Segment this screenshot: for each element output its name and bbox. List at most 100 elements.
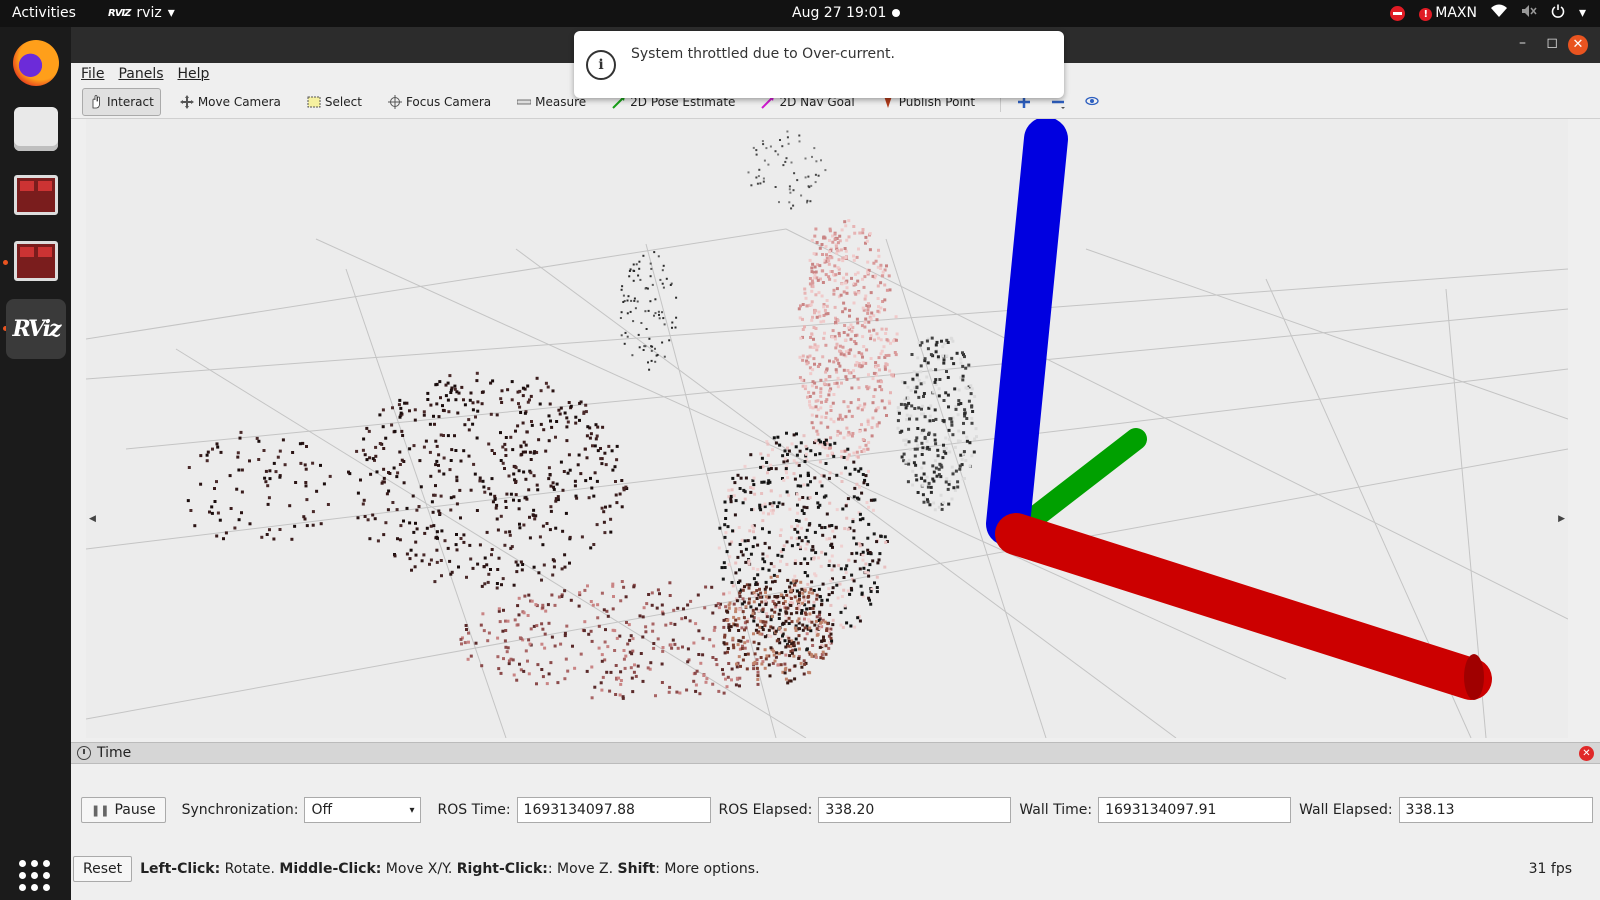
cloud-point xyxy=(375,470,379,474)
move-camera-tool[interactable]: Move Camera xyxy=(173,88,288,116)
cloud-point xyxy=(842,290,846,294)
cloud-point xyxy=(774,629,778,633)
terminal-launcher[interactable] xyxy=(10,169,62,221)
menu-help[interactable]: Help xyxy=(178,66,210,82)
minimize-icon[interactable]: – xyxy=(1519,35,1526,51)
ros-elapsed-field[interactable]: 338.20 xyxy=(818,797,1012,823)
cloud-point xyxy=(801,328,805,331)
ros-time-label: ROS Time: xyxy=(437,802,511,818)
cloud-point xyxy=(860,408,864,412)
cloud-point xyxy=(831,586,835,590)
cloud-point xyxy=(877,248,880,252)
cloud-point xyxy=(651,622,655,626)
ros-time-field[interactable]: 1693134097.88 xyxy=(516,797,711,823)
cloud-point xyxy=(550,635,554,639)
cloud-point xyxy=(771,448,774,452)
cloud-point xyxy=(798,449,802,453)
cloud-point xyxy=(916,491,920,494)
cloud-point xyxy=(240,468,244,472)
cloud-point xyxy=(769,635,773,638)
cloud-point xyxy=(635,263,638,266)
cloud-point xyxy=(368,537,372,541)
reset-button[interactable]: Reset xyxy=(73,856,133,882)
select-tool[interactable]: Select xyxy=(300,88,369,116)
cloud-point xyxy=(779,528,783,532)
activities-button[interactable]: Activities xyxy=(12,5,76,21)
cloud-point xyxy=(435,530,439,534)
interact-tool[interactable]: Interact xyxy=(82,87,161,116)
cloud-point xyxy=(476,562,480,566)
system-tray[interactable]: ! MAXN ▾ xyxy=(1390,4,1586,22)
cloud-point xyxy=(734,610,738,614)
files-launcher[interactable] xyxy=(10,103,62,155)
cloud-point xyxy=(752,483,756,487)
cloud-point xyxy=(829,436,833,440)
cloud-point xyxy=(675,690,679,694)
cloud-point xyxy=(462,398,465,402)
sync-select[interactable]: Off ▾ xyxy=(304,797,422,823)
notification-banner[interactable]: i System throttled due to Over-current. xyxy=(574,31,1064,98)
cloud-point xyxy=(909,414,913,418)
cloud-point xyxy=(420,559,424,563)
cloud-point xyxy=(692,641,696,645)
cloud-point xyxy=(382,476,386,480)
menu-file[interactable]: File xyxy=(81,66,104,82)
focus-camera-tool[interactable]: Focus Camera xyxy=(381,88,498,116)
cloud-point xyxy=(546,385,550,389)
cloud-point xyxy=(453,387,457,391)
cloud-point xyxy=(775,639,779,643)
wall-elapsed-field[interactable]: 338.13 xyxy=(1398,797,1593,823)
cloud-point xyxy=(215,442,219,446)
cloud-point xyxy=(912,461,916,465)
cloud-point xyxy=(752,530,755,534)
pause-button[interactable]: ❚❚ Pause xyxy=(81,797,166,823)
cloud-point xyxy=(603,640,607,644)
cloud-point xyxy=(829,405,833,408)
cloud-point xyxy=(449,508,453,512)
cloud-point xyxy=(942,399,946,402)
close-icon[interactable]: ✕ xyxy=(1568,35,1588,55)
cloud-point xyxy=(752,640,756,644)
do-not-disturb-icon[interactable] xyxy=(1390,5,1406,21)
close-panel-icon[interactable]: ✕ xyxy=(1579,746,1594,761)
cloud-point xyxy=(836,385,840,389)
firefox-launcher[interactable] xyxy=(10,37,62,89)
cloud-point xyxy=(799,484,803,488)
cloud-point xyxy=(843,604,847,608)
cloud-point xyxy=(754,607,758,611)
maximize-icon[interactable]: ◻ xyxy=(1546,35,1558,51)
cloud-point xyxy=(784,645,788,649)
cloud-point xyxy=(786,476,790,480)
cloud-point xyxy=(585,456,589,460)
cloud-point xyxy=(844,415,848,419)
cloud-point xyxy=(786,136,789,139)
cloud-point xyxy=(792,472,796,476)
cloud-point xyxy=(849,586,853,590)
menu-panels[interactable]: Panels xyxy=(118,66,163,82)
right-dock-handle-icon[interactable]: ▶ xyxy=(1558,514,1565,524)
cloud-point xyxy=(863,320,867,324)
cloud-point xyxy=(797,307,801,311)
cloud-point xyxy=(729,497,733,501)
3d-viewport[interactable]: ◀ ▶ xyxy=(86,119,1568,738)
left-dock-handle-icon[interactable]: ◀ xyxy=(89,514,96,524)
eye-icon[interactable] xyxy=(1085,95,1099,109)
cloud-point xyxy=(453,434,456,438)
app-menu[interactable]: RVIZ rviz ▾ xyxy=(108,5,175,21)
power-mode-indicator[interactable]: ! MAXN xyxy=(1419,5,1477,21)
cloud-point xyxy=(509,435,513,439)
terminal-launcher-2[interactable] xyxy=(10,235,62,287)
clock[interactable]: Aug 27 19:01 xyxy=(792,5,886,21)
wall-time-field[interactable]: 1693134097.91 xyxy=(1098,797,1292,823)
cloud-point xyxy=(856,406,860,410)
cloud-point xyxy=(861,277,864,281)
show-apps-icon[interactable] xyxy=(19,860,51,892)
cloud-point xyxy=(763,666,767,670)
cloud-point xyxy=(888,288,892,292)
cloud-point xyxy=(361,502,365,506)
rviz-launcher[interactable]: RViz xyxy=(6,299,66,359)
cloud-point xyxy=(802,659,806,663)
cloud-point xyxy=(480,584,484,588)
cloud-point xyxy=(852,369,855,373)
cloud-point xyxy=(642,606,646,610)
